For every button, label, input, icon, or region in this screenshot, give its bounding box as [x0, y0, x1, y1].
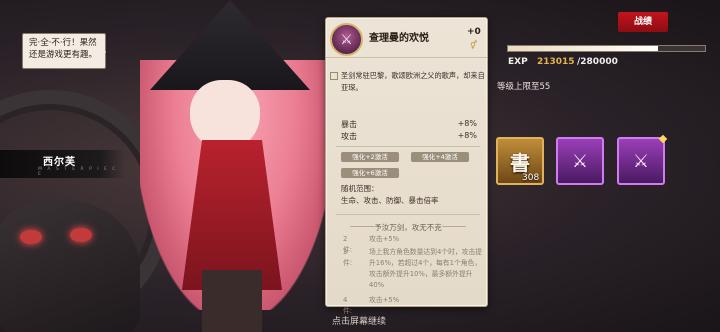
stat-value: +8% [457, 119, 477, 128]
character-namebar: 西尔芙 M A S T E R P I E C E [0, 150, 125, 178]
exp-current: 213015 [537, 57, 575, 67]
reward-count: 308 [522, 173, 540, 183]
reward-slot-book[interactable]: 書 308 [496, 137, 544, 185]
gender-icon: ⚥ [470, 41, 478, 50]
item-enhance-level: +0 [467, 27, 481, 37]
random-range-label: 随机范围： [341, 184, 379, 193]
exp-max: /280000 [577, 57, 618, 67]
character-name-en: M A S T E R P I E C E [38, 167, 118, 177]
stat-row: 暴击 +8% [341, 119, 481, 130]
enhance-tag: 强化+4激活 [411, 152, 469, 162]
character-hat [150, 0, 310, 90]
description-icon [330, 72, 338, 80]
set-bonus-key: 3件: [343, 248, 353, 267]
exp-label: EXP [508, 57, 528, 67]
stat-value: +8% [457, 131, 477, 140]
character-name: 西尔芙 [43, 157, 76, 168]
speech-text: 完·全·不·行！果然还是游戏更有趣。 [29, 38, 98, 60]
divider [336, 214, 480, 215]
speech-bubble: 完·全·不·行！果然还是游戏更有趣。 [22, 33, 106, 69]
sword-icon: ⚔ [632, 150, 650, 172]
tap-to-continue-hint[interactable]: 点击屏幕继续 [332, 314, 386, 327]
item-card-header: ⚔ 查理曼的欢悦 +0 ⚥ [326, 18, 487, 58]
stat-label: 暴击 [341, 120, 357, 129]
enhance-tag: 强化+2激活 [341, 152, 399, 162]
level-cap-text: 等级上限至55 [497, 82, 551, 92]
enhance-tag: 强化+6激活 [341, 168, 399, 178]
item-card: ⚔ 查理曼的欢悦 +0 ⚥ 圣剑常驻巴黎，歌颂欧洲之父的歌声，却来自亚琛。 暴击… [325, 17, 488, 315]
stat-label: 攻击 [341, 132, 357, 141]
sword-icon: ⚔ [330, 23, 363, 56]
stat-row: 攻击 +8% [341, 131, 481, 142]
sword-icon: ⚔ [571, 150, 589, 172]
set-bonus-text: 攻击+5% [369, 296, 400, 304]
character-illustration [120, 0, 340, 332]
reward-slot-equipment[interactable]: ⚔ [556, 137, 604, 185]
set-bonus-text: 攻击+5% [369, 235, 400, 243]
skull-eye [70, 228, 92, 242]
item-description: 圣剑常驻巴黎，歌颂欧洲之父的歌声，却来自亚琛。 [341, 71, 485, 92]
divider [336, 146, 480, 147]
item-title: 查理曼的欢悦 [369, 33, 429, 44]
character-legs [202, 270, 262, 332]
random-range-value: 生命、攻击、防御、暴击倍率 [341, 196, 439, 205]
exp-progress-bar [507, 45, 706, 52]
set-bonus-text: 场上我方角色数量达到4个时，攻击提升16%，若超过4个，每有1个角色，攻击额外提… [369, 248, 483, 289]
reward-slot-equipment[interactable]: ⚔ [617, 137, 665, 185]
set-title: 予汝万剑，攻无不克 [348, 222, 468, 233]
character-face [190, 80, 260, 150]
skull-eye [20, 230, 42, 244]
book-icon: 書 [510, 150, 530, 175]
battle-record-button[interactable]: 战绩 [618, 12, 668, 32]
exp-progress-fill [508, 46, 658, 51]
